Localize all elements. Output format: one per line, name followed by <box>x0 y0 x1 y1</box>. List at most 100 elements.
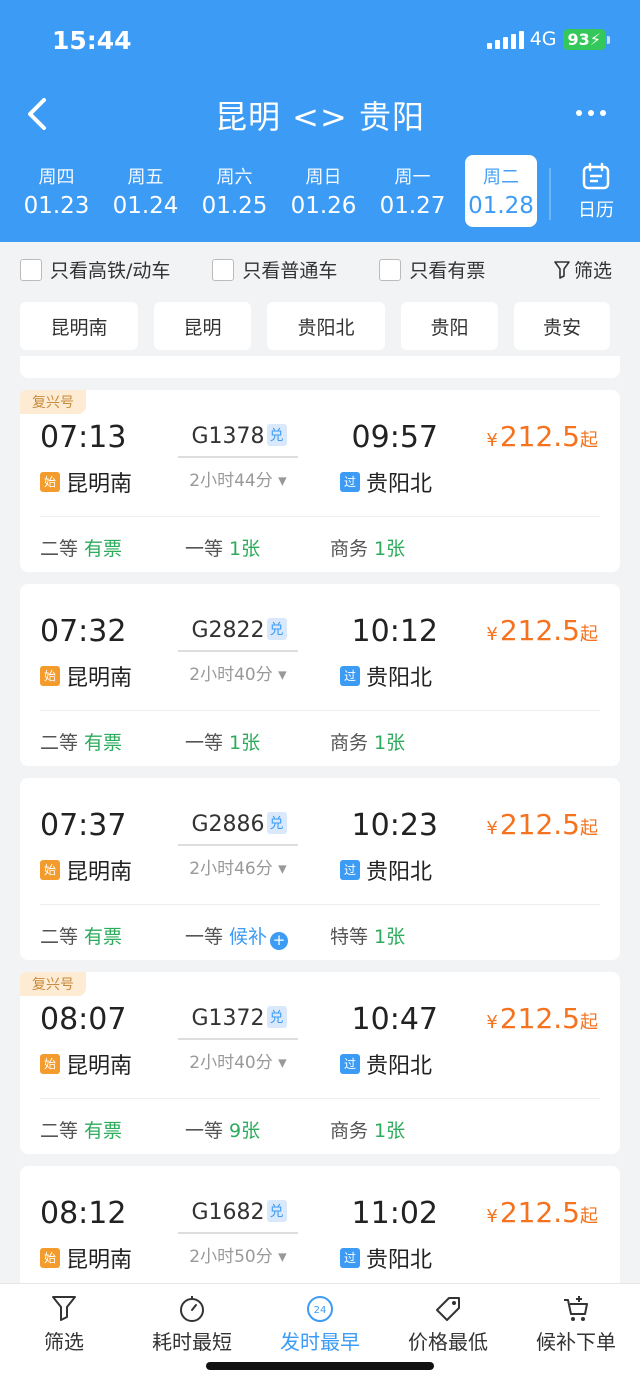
departure-station: 始昆明南 <box>40 1048 132 1080</box>
calendar-button[interactable]: 日历 <box>565 162 627 222</box>
filter-button[interactable]: 筛选 <box>554 256 612 283</box>
duration-toggle[interactable]: 2小时40分 ▾ <box>178 1048 298 1073</box>
arrival-station: 过贵阳北 <box>340 466 432 498</box>
seat-class: 二等 有票 <box>40 926 123 948</box>
station-chip[interactable]: 贵阳 <box>401 302 498 350</box>
price: ¥212.5 起 <box>486 808 598 841</box>
arrival-station: 过贵阳北 <box>340 660 432 692</box>
departure-time: 07:32 <box>40 614 127 649</box>
duration-toggle[interactable]: 2小时50分 ▾ <box>178 1242 298 1267</box>
seat-class: 二等 有票 <box>40 1120 123 1142</box>
train-card[interactable]: 复兴号 08:07 始昆明南 G1372 兑 2小时40分 ▾ 10:47 过贵阳… <box>20 972 620 1154</box>
duration-line <box>178 1232 298 1234</box>
arrival-time: 10:47 <box>351 1002 438 1037</box>
departure-time: 08:07 <box>40 1002 127 1037</box>
exchange-badge: 兑 <box>266 1006 287 1028</box>
seat-class: 商务 1张 <box>330 538 406 560</box>
fuxing-badge: 复兴号 <box>20 972 86 996</box>
cart-icon <box>564 1296 588 1321</box>
train-number: G1378 兑 <box>180 424 298 449</box>
arrival-station: 过贵阳北 <box>340 854 432 886</box>
fuxing-badge: 复兴号 <box>20 390 86 414</box>
calendar-label: 日历 <box>578 200 614 221</box>
departure-station: 始昆明南 <box>40 854 132 886</box>
check-available[interactable]: 只看有票 <box>379 256 485 283</box>
signal-icon <box>486 29 524 49</box>
header: 15:44 4G 93⚡ 昆明 <> 贵阳 周四 01.23 周五 01.24 周六… <box>0 0 640 242</box>
divider <box>40 516 600 517</box>
train-card[interactable]: 07:37 始昆明南 G2886 兑 2小时46分 ▾ 10:23 过贵阳北 ¥2… <box>20 778 620 960</box>
date-item[interactable]: 周六 01.25 <box>190 155 279 227</box>
status-icons: 4G 93⚡ <box>486 28 610 50</box>
station-chip[interactable]: 贵阳北 <box>267 302 385 350</box>
train-number: G2822 兑 <box>180 618 298 643</box>
seat-class: 二等 有票 <box>40 732 123 754</box>
date-item[interactable]: 周四 01.23 <box>12 155 101 227</box>
seat-class: 二等 有票 <box>40 538 123 560</box>
more-button[interactable] <box>566 96 616 130</box>
exchange-badge: 兑 <box>266 1200 287 1222</box>
duration-toggle[interactable]: 2小时46分 ▾ <box>178 854 298 879</box>
exchange-badge: 兑 <box>266 424 287 446</box>
divider <box>40 904 600 905</box>
seat-class-waitlist[interactable]: 一等 候补 + <box>185 922 330 950</box>
station-chip[interactable]: 贵安 <box>514 302 610 350</box>
check-regular[interactable]: 只看普通车 <box>212 256 337 283</box>
page-title: 昆明 <> 贵阳 <box>215 98 425 136</box>
status-time: 15:44 <box>52 26 132 55</box>
train-card[interactable]: 复兴号 07:13 始昆明南 G1378 兑 2小时44分 ▾ 09:57 过贵阳… <box>20 390 620 572</box>
duration-toggle[interactable]: 2小时44分 ▾ <box>178 466 298 491</box>
origin-tag: 始 <box>40 472 60 492</box>
exchange-badge: 兑 <box>266 618 287 640</box>
arrival-time: 10:23 <box>351 808 438 843</box>
network-label: 4G <box>529 28 557 50</box>
departure-time: 07:37 <box>40 808 127 843</box>
date-item[interactable]: 周五 01.24 <box>101 155 190 227</box>
origin-tag: 始 <box>40 666 60 686</box>
checkbox-icon <box>20 258 42 281</box>
departure-station: 始昆明南 <box>40 660 132 692</box>
check-high-speed[interactable]: 只看高铁/动车 <box>20 256 170 283</box>
seat-class: 一等 9张 <box>185 1120 261 1142</box>
tab-waitlist-order[interactable]: 候补下单 <box>512 1284 640 1385</box>
divider <box>40 1098 600 1099</box>
home-indicator <box>206 1362 434 1370</box>
seat-class: 一等 1张 <box>185 538 261 560</box>
stopwatch-icon <box>180 1296 204 1322</box>
seat-availability: 二等 有票 一等 9张 商务 1张 <box>40 1116 475 1143</box>
checkbox-icon <box>379 258 402 281</box>
tab-filter[interactable]: 筛选 <box>0 1284 128 1385</box>
duration-line <box>178 650 298 652</box>
date-selector: 周四 01.23 周五 01.24 周六 01.25 周日 01.26 周一 01.27 … <box>12 155 545 227</box>
duration-toggle[interactable]: 2小时40分 ▾ <box>178 660 298 685</box>
svg-text:24: 24 <box>314 1305 327 1316</box>
seat-class: 特等 1张 <box>330 926 406 948</box>
departure-time: 08:12 <box>40 1196 127 1231</box>
train-number: G1682 兑 <box>180 1200 298 1225</box>
train-card[interactable]: 07:32 始昆明南 G2822 兑 2小时40分 ▾ 10:12 过贵阳北 ¥2… <box>20 584 620 766</box>
origin-tag: 始 <box>40 1054 60 1074</box>
arrival-station: 过贵阳北 <box>340 1242 432 1274</box>
departure-station: 始昆明南 <box>40 1242 132 1274</box>
more-dots-icon <box>576 110 582 116</box>
list-top-edge <box>20 356 620 378</box>
date-item[interactable]: 周日 01.26 <box>279 155 368 227</box>
checkbox-icon <box>212 258 235 281</box>
calendar-icon <box>582 162 610 190</box>
departure-time: 07:13 <box>40 420 127 455</box>
station-chip[interactable]: 昆明南 <box>20 302 138 350</box>
divider <box>549 168 551 220</box>
pass-tag: 过 <box>340 666 360 686</box>
price: ¥212.5 起 <box>486 614 598 647</box>
clock-24-icon: 24 <box>307 1296 333 1322</box>
train-number: G1372 兑 <box>180 1006 298 1031</box>
date-item-selected[interactable]: 周二 01.28 <box>465 155 537 227</box>
arrival-time: 11:02 <box>351 1196 438 1231</box>
pass-tag: 过 <box>340 1248 360 1268</box>
seat-availability: 二等 有票 一等 1张 商务 1张 <box>40 728 475 755</box>
date-item[interactable]: 周一 01.27 <box>368 155 457 227</box>
duration-line <box>178 844 298 846</box>
battery-icon: 93⚡ <box>562 28 610 50</box>
price-tag-icon <box>436 1297 460 1321</box>
station-chip[interactable]: 昆明 <box>154 302 251 350</box>
